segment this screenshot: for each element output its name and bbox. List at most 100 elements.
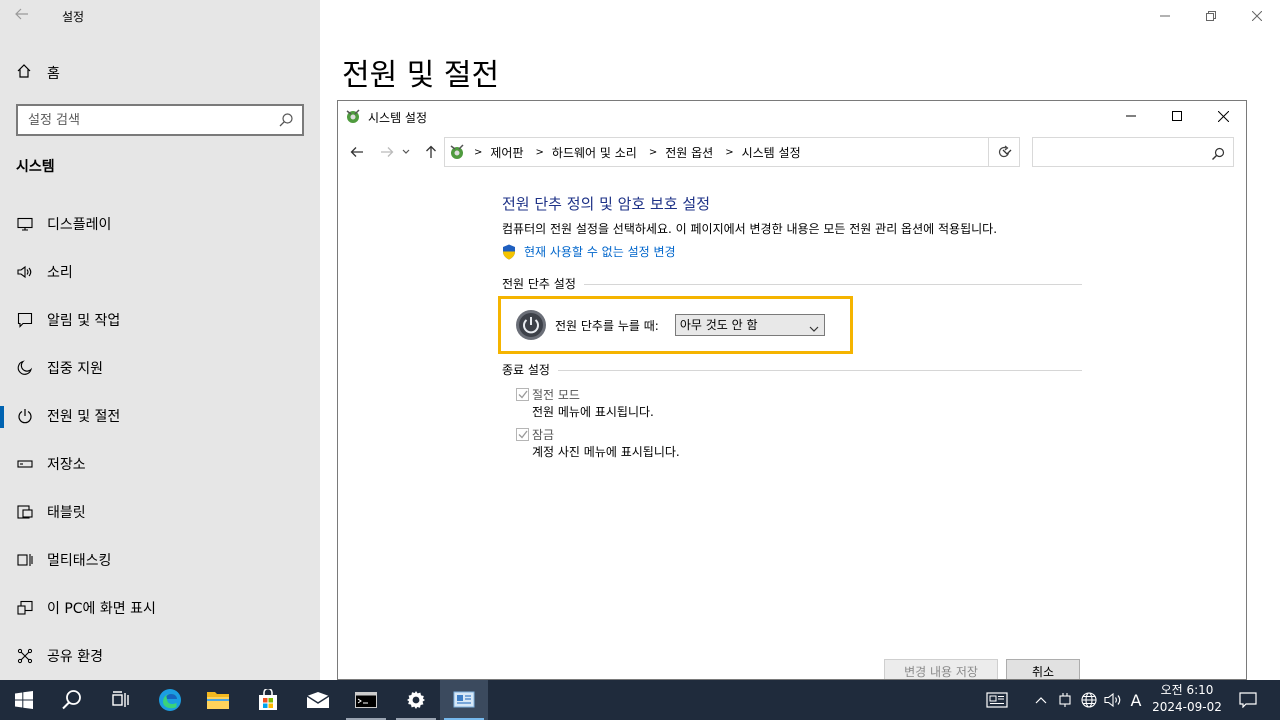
option-description: 계정 사진 메뉴에 표시됩니다. — [532, 445, 680, 459]
store-bag-icon — [259, 689, 277, 710]
maximize-button[interactable] — [1154, 101, 1200, 131]
window-controls — [1108, 101, 1246, 131]
lock-checkbox[interactable] — [516, 427, 529, 441]
control-panel-search-box[interactable] — [1032, 137, 1234, 167]
display-icon — [16, 215, 34, 233]
breadcrumb-power-options[interactable]: 전원 옵션 > — [665, 144, 741, 161]
minimize-button[interactable] — [1108, 101, 1154, 131]
breadcrumb-system-settings[interactable]: 시스템 설정 — [742, 144, 801, 161]
sidebar-item-shared-experiences[interactable]: 공유 환경 — [0, 632, 320, 680]
group-label: 전원 단추 설정 — [502, 276, 576, 291]
speaker-icon — [16, 263, 34, 281]
taskbar-mail-button[interactable] — [294, 680, 342, 720]
close-button[interactable] — [1200, 101, 1246, 131]
settings-search-input[interactable] — [18, 106, 268, 134]
breadcrumb-hardware-sound[interactable]: 하드웨어 및 소리 > — [552, 144, 665, 161]
group-label: 종료 설정 — [502, 362, 550, 377]
option-label: 잠금 — [532, 427, 555, 442]
recent-locations-chevron-icon[interactable] — [400, 141, 412, 163]
control-panel-search-input[interactable] — [1033, 138, 1203, 166]
sidebar-item-notifications[interactable]: 알림 및 작업 — [0, 296, 320, 344]
breadcrumb[interactable]: > 제어판 > 하드웨어 및 소리 > 전원 옵션 > 시스템 설정 — [444, 137, 1020, 167]
power-button-icon — [515, 309, 547, 341]
breadcrumb-control-panel[interactable]: 제어판 > — [490, 144, 552, 161]
breadcrumb-label: 제어판 — [490, 145, 524, 160]
search-taskbar-button[interactable] — [48, 680, 96, 720]
start-button[interactable] — [0, 680, 48, 720]
sidebar-item-sound[interactable]: 소리 — [0, 248, 320, 296]
sidebar-item-multitasking[interactable]: 멀티태스킹 — [0, 536, 320, 584]
taskbar-file-explorer-button[interactable] — [194, 680, 242, 720]
restore-button[interactable] — [1188, 0, 1234, 32]
window-titlebar[interactable]: 시스템 설정 — [338, 101, 1246, 131]
power-button-setting-highlight: 전원 단추를 누를 때: 아무 것도 안 함 — [498, 296, 853, 354]
taskbar-store-button[interactable] — [244, 680, 292, 720]
sidebar-item-label: 태블릿 — [47, 505, 86, 521]
taskbar-control-panel-button[interactable] — [440, 680, 488, 720]
taskbar-settings-button[interactable] — [392, 680, 440, 720]
screen: 설정 홈 시스템 디스플레이 소리 알림 및 — [0, 0, 1280, 720]
taskbar-clock[interactable]: 오전 6:10 2024-09-02 — [1148, 682, 1226, 716]
power-button-label: 전원 단추를 누를 때: — [555, 318, 659, 333]
close-button[interactable] — [1234, 0, 1280, 32]
option-label: 절전 모드 — [532, 387, 580, 402]
sidebar-item-storage[interactable]: 저장소 — [0, 440, 320, 488]
sidebar-item-label: 공유 환경 — [47, 649, 103, 665]
window-title: 시스템 설정 — [368, 111, 428, 125]
up-arrow-icon[interactable] — [420, 141, 442, 163]
task-view-button[interactable] — [96, 680, 144, 720]
group-divider — [557, 369, 1082, 371]
sidebar-item-label: 알림 및 작업 — [47, 313, 121, 329]
notification-icon — [16, 311, 34, 329]
network-button[interactable] — [1078, 680, 1100, 720]
sleep-checkbox[interactable] — [516, 387, 529, 401]
refresh-button[interactable] — [988, 137, 1020, 167]
sidebar-item-project[interactable]: 이 PC에 화면 표시 — [0, 584, 320, 632]
save-changes-button[interactable]: 변경 내용 저장 — [884, 659, 998, 679]
forward-arrow-icon[interactable] — [376, 141, 398, 163]
folder-icon — [207, 692, 229, 709]
ime-indicator[interactable]: A — [1126, 680, 1146, 720]
sidebar-item-tablet[interactable]: 태블릿 — [0, 488, 320, 536]
clock-date: 2024-09-02 — [1152, 700, 1222, 714]
sidebar-item-focus-assist[interactable]: 집중 지원 — [0, 344, 320, 392]
sidebar-item-power-sleep[interactable]: 전원 및 절전 — [0, 392, 320, 440]
back-arrow-icon[interactable] — [346, 141, 368, 163]
multitasking-icon — [16, 551, 34, 569]
admin-link-label: 현재 사용할 수 없는 설정 변경 — [524, 245, 676, 259]
change-unavailable-settings-link[interactable]: 현재 사용할 수 없는 설정 변경 — [502, 243, 1082, 260]
control-panel-icon — [345, 108, 362, 125]
power-icon — [16, 407, 34, 425]
home-link[interactable]: 홈 — [16, 62, 60, 84]
power-button-action-value: 아무 것도 안 함 — [679, 318, 758, 332]
option-description: 전원 메뉴에 표시됩니다. — [532, 405, 654, 419]
show-hidden-icons-button[interactable] — [1030, 680, 1052, 720]
back-arrow-icon[interactable] — [14, 6, 34, 26]
notification-icon — [1239, 692, 1257, 708]
sidebar-item-label: 집중 지원 — [47, 361, 103, 377]
breadcrumb-label: 하드웨어 및 소리 — [551, 145, 637, 160]
refresh-icon — [998, 145, 1010, 158]
search-icon[interactable] — [1211, 146, 1225, 160]
volume-button[interactable] — [1102, 680, 1124, 720]
tablet-icon — [16, 503, 34, 521]
check-icon — [518, 390, 528, 398]
taskbar-terminal-button[interactable] — [342, 680, 390, 720]
settings-search-box[interactable] — [16, 104, 304, 136]
mail-icon — [306, 692, 330, 708]
tray-app-button[interactable] — [1054, 680, 1076, 720]
notification-center-button[interactable] — [1232, 680, 1264, 720]
shared-experiences-icon — [16, 647, 34, 665]
taskbar-edge-button[interactable] — [146, 680, 194, 720]
app-title: 설정 — [62, 10, 85, 24]
main-content: 전원 단추 정의 및 암호 보호 설정 컴퓨터의 전원 설정을 선택하세요. 이… — [498, 193, 1082, 460]
search-icon[interactable] — [278, 112, 294, 128]
moon-icon — [16, 359, 34, 377]
cancel-button[interactable]: 취소 — [1006, 659, 1080, 679]
minimize-button[interactable] — [1142, 0, 1188, 32]
content-description: 컴퓨터의 전원 설정을 선택하세요. 이 페이지에서 변경한 내용은 모든 전원… — [502, 222, 998, 236]
sidebar-item-display[interactable]: 디스플레이 — [0, 200, 320, 248]
power-button-action-select[interactable]: 아무 것도 안 함 — [674, 314, 825, 336]
settings-window-controls — [1142, 0, 1280, 32]
news-widget-button[interactable] — [980, 680, 1014, 720]
